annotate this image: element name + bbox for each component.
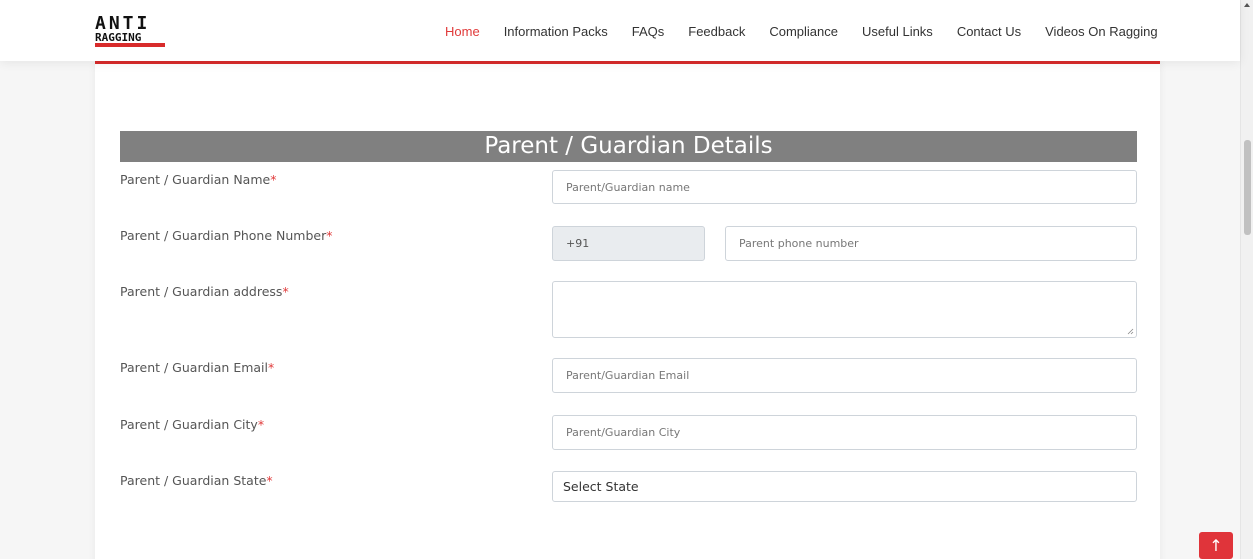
required-mark: * — [266, 473, 273, 488]
phone-label: Parent / Guardian Phone Number* — [120, 228, 332, 246]
nav-contact-us[interactable]: Contact Us — [957, 24, 1021, 44]
nav-home[interactable]: Home — [445, 24, 480, 44]
section-title: Parent / Guardian Details — [120, 131, 1137, 162]
guardian-name-placeholder: Parent/Guardian name — [566, 180, 690, 194]
guardian-address-textarea[interactable] — [552, 281, 1137, 338]
address-label-text: Parent / Guardian address — [120, 284, 283, 299]
name-label: Parent / Guardian Name* — [120, 172, 276, 190]
guardian-city-placeholder: Parent/Guardian City — [566, 426, 681, 439]
main-nav: Home Information Packs FAQs Feedback Com… — [445, 24, 1182, 44]
guardian-state-select[interactable]: Select State — [552, 471, 1137, 502]
guardian-city-input[interactable]: Parent/Guardian City — [552, 415, 1137, 450]
logo-line-2: RAGGING — [95, 31, 142, 44]
phone-country-code-text: +91 — [566, 237, 590, 250]
guardian-phone-input[interactable]: Parent phone number — [725, 226, 1137, 261]
guardian-phone-placeholder: Parent phone number — [739, 237, 859, 250]
nav-information-packs[interactable]: Information Packs — [504, 24, 608, 44]
guardian-email-input[interactable]: Parent/Guardian Email — [552, 358, 1137, 393]
site-header: ANTI RAGGING Home Information Packs FAQs… — [0, 0, 1240, 61]
required-mark: * — [257, 417, 265, 432]
phone-country-code: +91 — [552, 226, 705, 261]
nav-compliance[interactable]: Compliance — [769, 24, 838, 44]
phone-label-text: Parent / Guardian Phone Number — [120, 228, 327, 243]
required-mark: * — [268, 360, 275, 375]
logo-underline — [95, 43, 165, 47]
required-mark: * — [326, 228, 333, 243]
address-label: Parent / Guardian address* — [120, 284, 289, 302]
email-label-text: Parent / Guardian Email — [120, 360, 269, 375]
guardian-name-input[interactable]: Parent/Guardian name — [552, 170, 1137, 204]
nav-faqs[interactable]: FAQs — [632, 24, 665, 44]
required-mark: * — [282, 284, 289, 299]
arrow-up-icon: ↑ — [1209, 536, 1223, 555]
nav-feedback[interactable]: Feedback — [688, 24, 745, 44]
name-label-text: Parent / Guardian Name — [120, 172, 271, 187]
site-logo[interactable]: ANTI RAGGING — [95, 15, 165, 49]
nav-useful-links[interactable]: Useful Links — [862, 24, 933, 44]
scroll-up-icon[interactable] — [1244, 3, 1250, 7]
email-label: Parent / Guardian Email* — [120, 360, 274, 378]
page-scrollbar[interactable] — [1240, 0, 1253, 559]
resize-grip-icon[interactable] — [1127, 328, 1134, 335]
guardian-state-selected: Select State — [563, 479, 639, 494]
city-label: Parent / Guardian City* — [120, 417, 264, 435]
nav-videos-on-ragging[interactable]: Videos On Ragging — [1045, 24, 1158, 44]
card-accent-line — [95, 61, 1160, 64]
city-label-text: Parent / Guardian City — [120, 417, 258, 432]
state-label-text: Parent / Guardian State — [120, 473, 267, 488]
required-mark: * — [270, 172, 277, 187]
state-label: Parent / Guardian State* — [120, 473, 273, 491]
back-to-top-button[interactable]: ↑ — [1199, 532, 1233, 559]
scrollbar-thumb[interactable] — [1244, 140, 1251, 235]
guardian-email-placeholder: Parent/Guardian Email — [566, 369, 690, 382]
